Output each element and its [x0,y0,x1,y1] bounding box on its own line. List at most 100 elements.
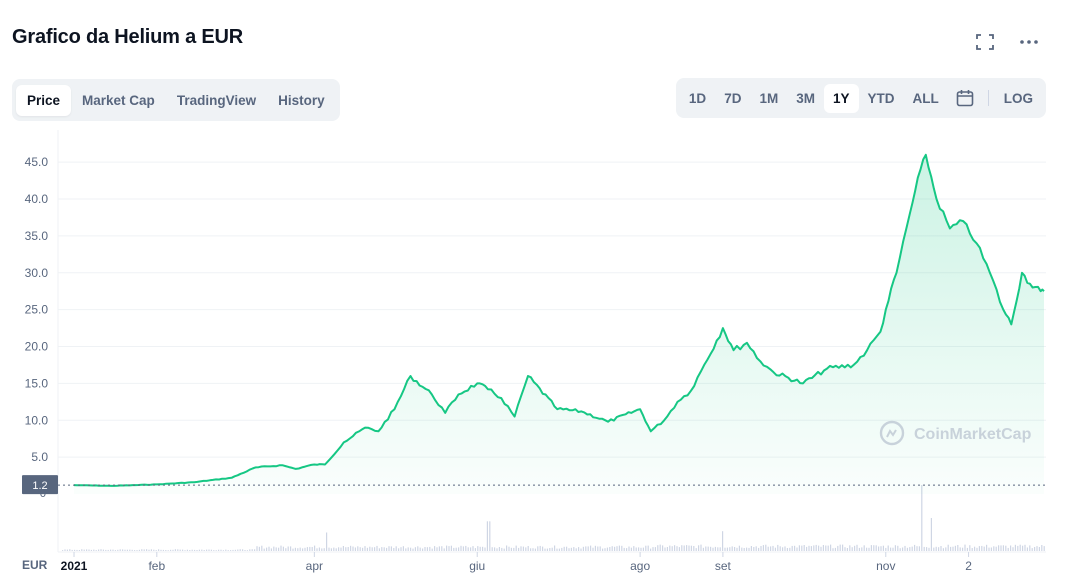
volume-bar [278,547,280,551]
volume-bar [827,545,829,551]
volume-bar [419,547,421,551]
volume-bar [904,545,906,551]
volume-bar [280,545,282,551]
volume-bar [1012,547,1014,551]
volume-bar [719,547,721,551]
volume-bar [443,548,445,551]
volume-bar [974,546,976,551]
volume-bar [494,547,496,551]
volume-bar [374,547,376,551]
volume-bar [702,547,704,551]
volume-bar [378,548,380,551]
volume-bar [93,549,95,551]
volume-bar [335,548,337,551]
volume-bar [122,549,124,551]
volume-bar [292,548,294,551]
volume-bar [117,549,119,551]
volume-bar [846,548,848,551]
volume-bar [234,549,236,551]
volume-bar [410,547,412,551]
volume-bar [472,546,474,551]
volume-bar [851,547,853,551]
volume-bar [170,549,172,551]
volume-bar [700,544,702,551]
volume-bar [136,550,138,551]
volume-bar [330,548,332,551]
y-tick-label: 10.0 [25,413,49,427]
x-tick-label: apr [306,559,323,573]
volume-bar [813,545,815,551]
y-tick-label: 20.0 [25,340,49,354]
volume-bar [83,549,85,551]
volume-bar [986,544,988,551]
volume-bar [290,546,292,551]
volume-bar [676,546,678,551]
volume-bar [822,545,824,551]
x-tick-label: set [715,559,732,573]
volume-bar [909,547,911,551]
volume-bar [726,547,728,551]
volume-bar [112,549,114,551]
volume-bar [258,546,260,551]
volume-bar [842,544,844,551]
volume-bar [875,545,877,551]
volume-bar [282,546,284,551]
volume-bar [551,547,553,551]
volume-bar [474,548,476,551]
volume-bar [791,545,793,551]
volume-bar [448,546,450,551]
volume-bar [438,546,440,551]
volume-bar [201,549,203,551]
volume-bar [285,548,287,551]
volume-bar [717,547,719,551]
volume-bar [861,547,863,551]
volume-bar [1024,544,1026,551]
volume-bar [561,547,563,551]
volume-bar [890,547,892,551]
volume-bar [818,545,820,551]
volume-bar [138,549,140,551]
volume-bar [722,531,724,551]
volume-bar [107,549,109,551]
volume-bar [64,549,66,551]
volume-bar [1022,545,1024,551]
volume-bar [393,548,395,551]
volume-bar [654,547,656,551]
volume-bar [498,547,500,551]
volume-bar [345,547,347,551]
volume-bar [477,546,479,551]
volume-bar [482,546,484,551]
volume-bar [810,546,812,551]
volume-bar [688,545,690,551]
volume-bar [98,549,100,551]
volume-bar [546,548,548,551]
x-tick-label: nov [876,559,895,573]
volume-bar [650,548,652,551]
volume-bar [803,545,805,551]
volume-bar [568,548,570,551]
y-tick-label: 25.0 [25,303,49,317]
volume-bar [455,547,457,551]
currency-label: EUR [22,558,48,572]
volume-bar [659,544,661,551]
volume-bar [928,547,930,551]
volume-bar [326,532,328,551]
volume-bar [354,547,356,551]
volume-bar [599,546,601,551]
volume-bar [741,547,743,551]
volume-bar [856,544,858,551]
volume-bar [412,548,414,551]
volume-bar [342,546,344,551]
volume-bar [892,547,894,551]
volume-bar [585,546,587,551]
volume-bar [964,544,966,551]
volume-bar [774,547,776,551]
volume-bar [1014,544,1016,551]
volume-bar [590,545,592,551]
volume-bar [417,546,419,551]
volume-bar [798,545,800,551]
volume-bar [352,546,354,551]
volume-bar [894,545,896,551]
volume-bar [102,549,104,551]
volume-bar [575,548,577,551]
